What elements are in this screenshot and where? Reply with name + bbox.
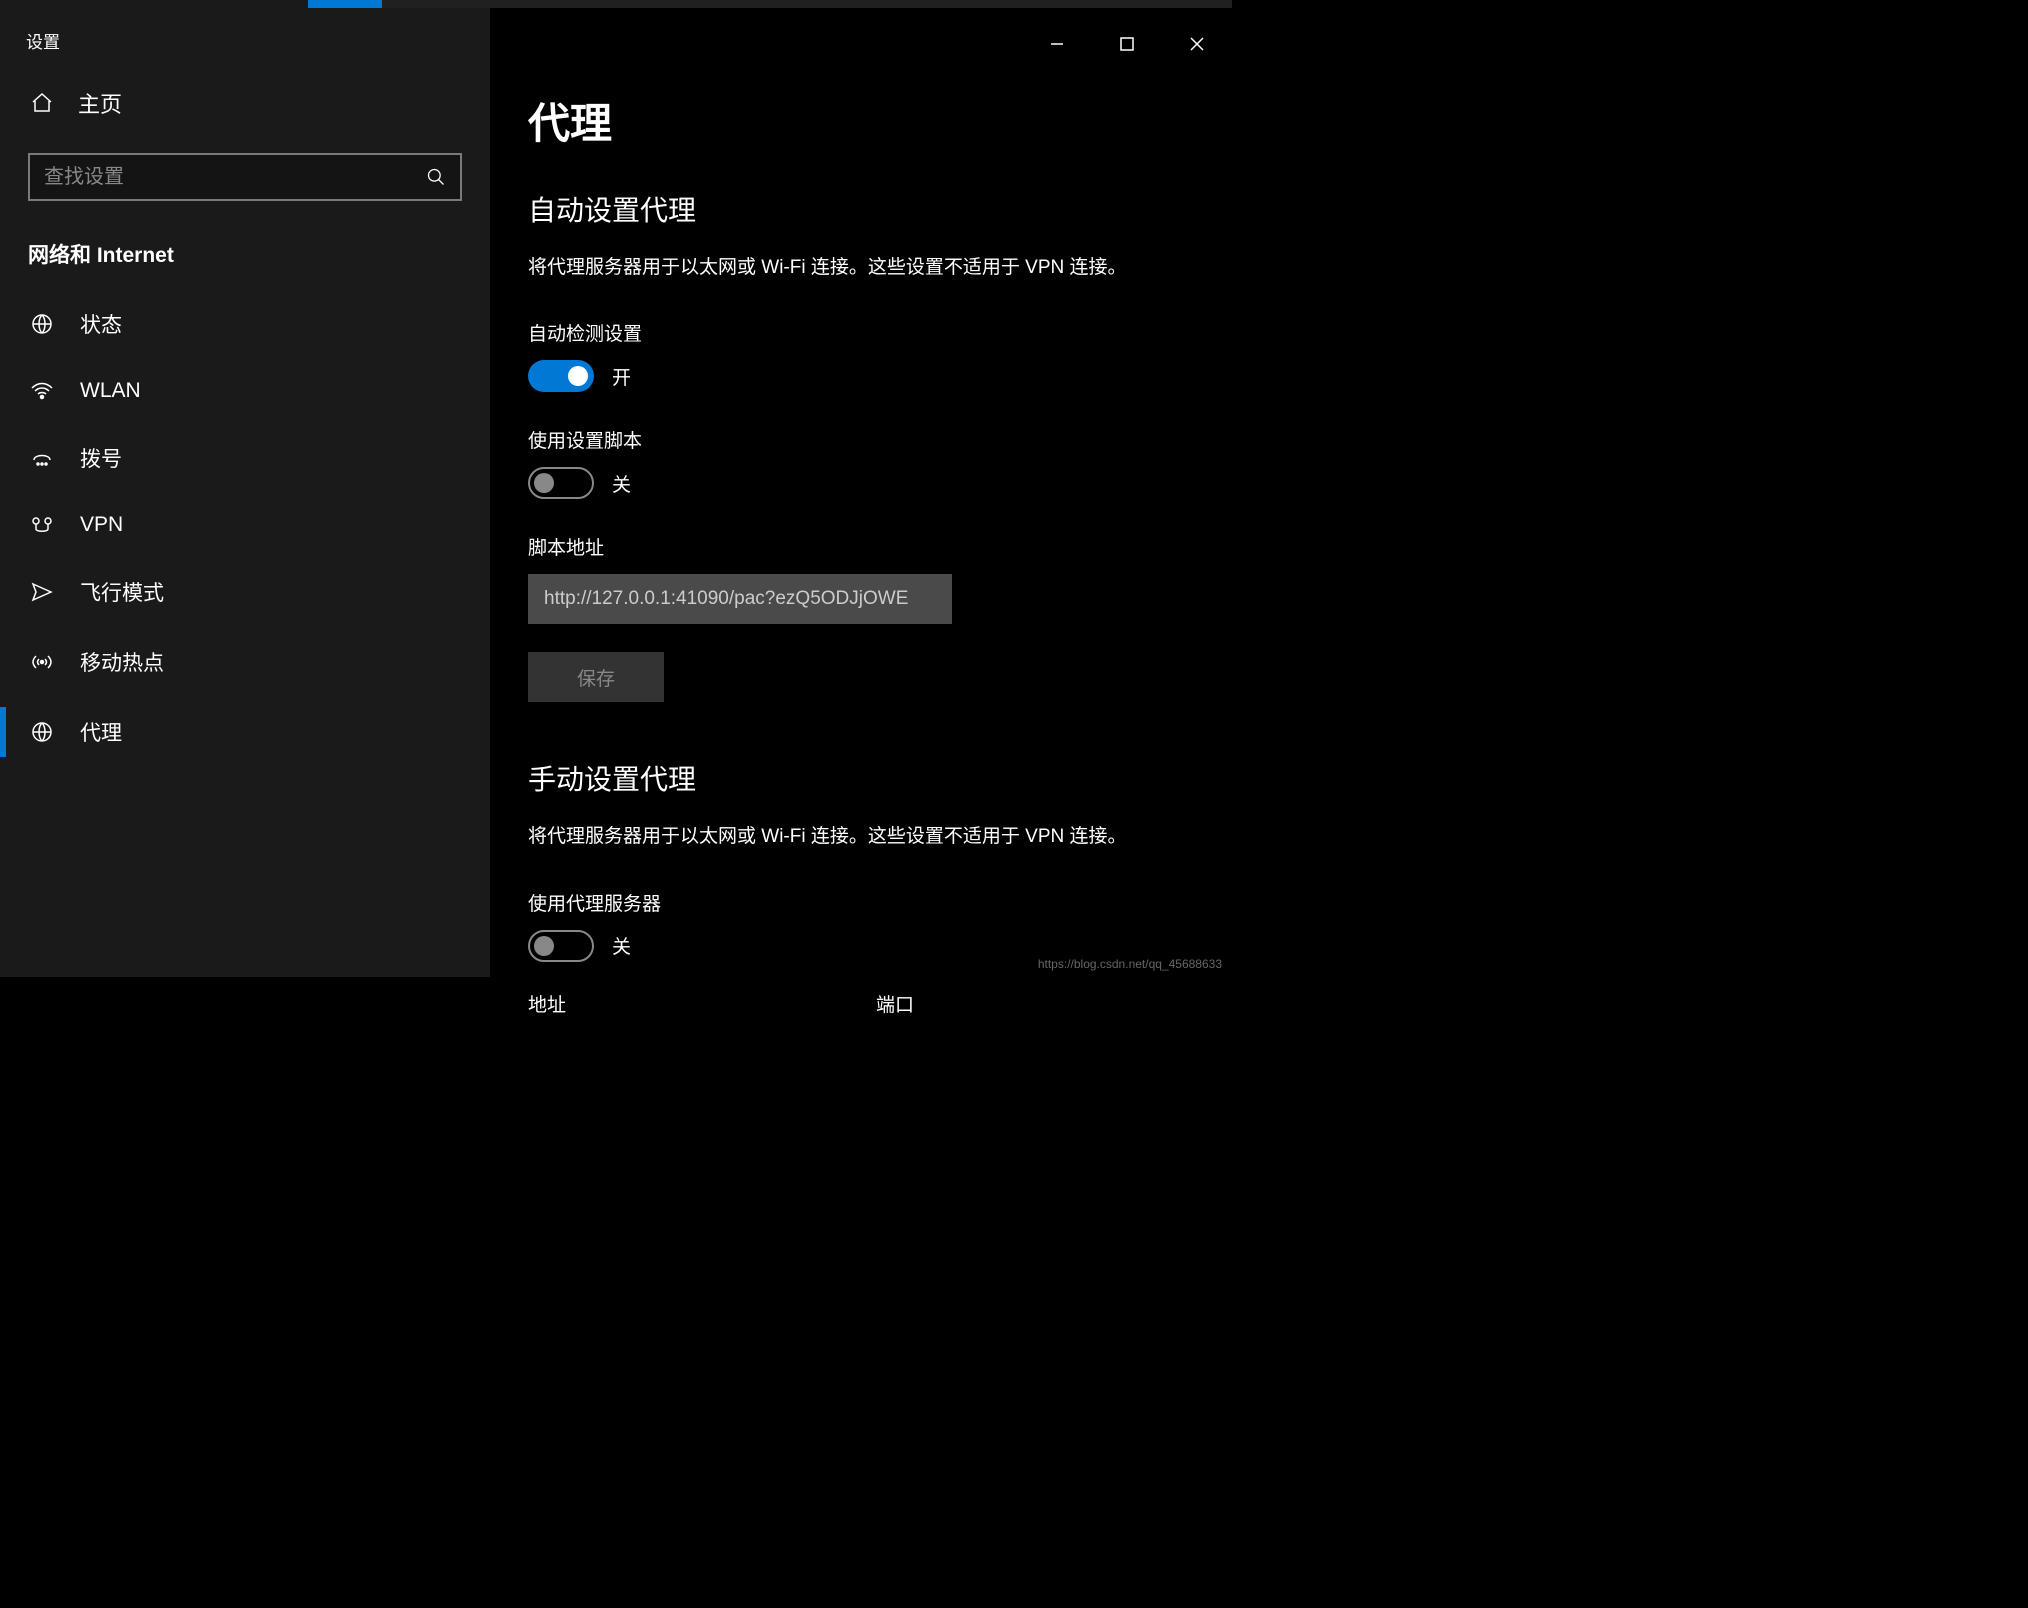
sidebar-item-label: 拨号: [80, 443, 122, 473]
use-script-toggle-row: 关: [528, 467, 1194, 527]
search-input[interactable]: [44, 166, 426, 189]
address-port-row: 地址 端口: [528, 990, 1194, 1017]
use-script-toggle[interactable]: [528, 467, 594, 499]
home-button[interactable]: 主页: [0, 73, 490, 133]
port-label: 端口: [876, 990, 914, 1017]
sidebar-item-vpn[interactable]: VPN: [0, 493, 490, 557]
window-controls: [1022, 24, 1232, 64]
search-wrap: [0, 133, 490, 221]
script-address-label: 脚本地址: [528, 527, 1194, 574]
sidebar-item-proxy[interactable]: 代理: [0, 697, 490, 767]
address-label: 地址: [528, 990, 566, 1017]
vpn-icon: [30, 513, 54, 537]
script-address-input[interactable]: [528, 574, 952, 624]
save-button[interactable]: 保存: [528, 652, 664, 702]
hotspot-icon: [30, 650, 54, 674]
category-header: 网络和 Internet: [0, 221, 490, 289]
sidebar: 设置 主页 网络和 Internet 状态: [0, 8, 490, 977]
search-box[interactable]: [28, 153, 462, 201]
sidebar-item-label: WLAN: [80, 379, 141, 403]
nav-list: 状态 WLAN 拨号 VPN: [0, 289, 490, 767]
use-proxy-label: 使用代理服务器: [528, 883, 1194, 930]
watermark: https://blog.csdn.net/qq_45688633: [1038, 957, 1222, 971]
sidebar-item-airplane[interactable]: 飞行模式: [0, 557, 490, 627]
main-content: 代理 自动设置代理 将代理服务器用于以太网或 Wi-Fi 连接。这些设置不适用于…: [490, 8, 1232, 977]
window: 设置 主页 网络和 Internet 状态: [0, 8, 1232, 977]
sidebar-item-label: 代理: [80, 717, 122, 747]
use-script-label: 使用设置脚本: [528, 420, 1194, 467]
search-icon: [426, 167, 446, 187]
sidebar-item-dialup[interactable]: 拨号: [0, 423, 490, 493]
use-proxy-state: 关: [612, 932, 631, 959]
wifi-icon: [30, 379, 54, 403]
auto-section-title: 自动设置代理: [528, 189, 1194, 253]
manual-section-desc: 将代理服务器用于以太网或 Wi-Fi 连接。这些设置不适用于 VPN 连接。: [528, 822, 1194, 882]
close-button[interactable]: [1162, 24, 1232, 64]
auto-detect-toggle[interactable]: [528, 360, 594, 392]
use-script-state: 关: [612, 470, 631, 497]
auto-detect-state: 开: [612, 363, 631, 390]
auto-section-desc: 将代理服务器用于以太网或 Wi-Fi 连接。这些设置不适用于 VPN 连接。: [528, 253, 1194, 313]
sidebar-item-hotspot[interactable]: 移动热点: [0, 627, 490, 697]
airplane-icon: [30, 580, 54, 604]
dialup-icon: [30, 446, 54, 470]
sidebar-item-label: VPN: [80, 513, 123, 537]
auto-detect-label: 自动检测设置: [528, 313, 1194, 360]
status-icon: [30, 312, 54, 336]
sidebar-item-label: 移动热点: [80, 647, 164, 677]
titlebar-strip: [0, 0, 1232, 8]
home-label: 主页: [78, 87, 122, 119]
sidebar-item-label: 飞行模式: [80, 577, 164, 607]
sidebar-item-label: 状态: [80, 309, 122, 339]
proxy-icon: [30, 720, 54, 744]
minimize-button[interactable]: [1022, 24, 1092, 64]
maximize-button[interactable]: [1092, 24, 1162, 64]
auto-detect-toggle-row: 开: [528, 360, 1194, 420]
sidebar-item-wlan[interactable]: WLAN: [0, 359, 490, 423]
home-icon: [30, 91, 54, 115]
app-title: 设置: [0, 20, 490, 73]
use-proxy-toggle[interactable]: [528, 930, 594, 962]
manual-section-title: 手动设置代理: [528, 758, 1194, 822]
sidebar-item-status[interactable]: 状态: [0, 289, 490, 359]
